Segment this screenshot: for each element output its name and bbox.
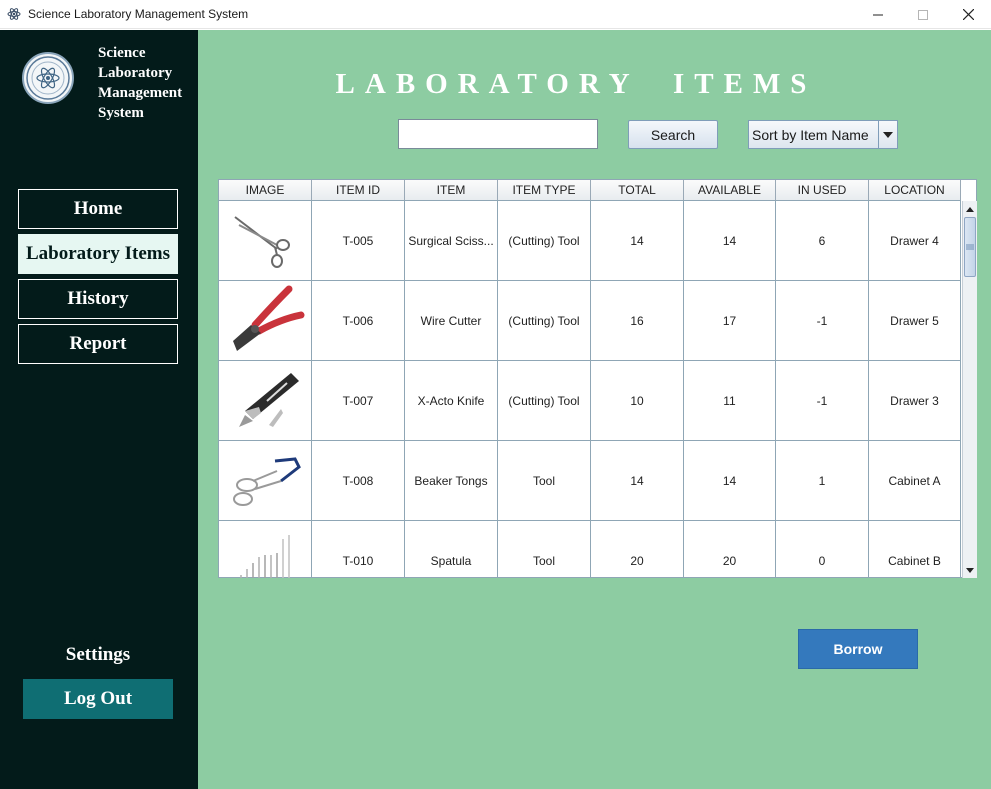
table-row[interactable]: T-008 Beaker Tongs Tool 14 14 1 Cabinet … — [219, 441, 961, 521]
close-icon — [962, 9, 974, 20]
logout-button[interactable]: Log Out — [23, 679, 173, 719]
nav-report-button[interactable]: Report — [18, 324, 178, 364]
item-image-cell — [219, 441, 312, 520]
wire-cutter-image — [233, 285, 305, 351]
maximize-icon — [918, 9, 928, 20]
settings-button[interactable]: Settings — [0, 644, 196, 666]
item-type-cell: Tool — [498, 521, 591, 578]
item-id-cell: T-005 — [312, 201, 405, 280]
item-id-cell: T-010 — [312, 521, 405, 578]
in-used-cell: -1 — [776, 281, 869, 360]
table-body: T-005 Surgical Sciss... (Cutting) Tool 1… — [219, 201, 961, 578]
item-image-cell — [219, 201, 312, 280]
available-cell: 14 — [684, 201, 776, 280]
available-cell: 17 — [684, 281, 776, 360]
borrow-button[interactable]: Borrow — [798, 629, 918, 669]
column-header[interactable]: TOTAL — [591, 180, 684, 200]
item-image-cell — [219, 521, 312, 578]
column-header[interactable]: IMAGE — [219, 180, 312, 200]
column-header[interactable]: AVAILABLE — [684, 180, 776, 200]
search-input[interactable] — [398, 119, 598, 149]
item-name-cell: Surgical Sciss... — [405, 201, 498, 280]
location-cell: Drawer 5 — [869, 281, 961, 360]
location-cell: Cabinet B — [869, 521, 961, 578]
window-title: Science Laboratory Management System — [28, 7, 249, 21]
column-header[interactable]: LOCATION — [869, 180, 961, 200]
item-name-cell: Wire Cutter — [405, 281, 498, 360]
total-cell: 10 — [591, 361, 684, 440]
column-header[interactable]: ITEM ID — [312, 180, 405, 200]
item-type-cell: (Cutting) Tool — [498, 201, 591, 280]
item-id-cell: T-008 — [312, 441, 405, 520]
item-name-cell: Spatula — [405, 521, 498, 578]
table-scrollbar[interactable] — [962, 201, 977, 578]
in-used-cell: 1 — [776, 441, 869, 520]
available-cell: 14 — [684, 441, 776, 520]
brand-line: Laboratory — [98, 65, 173, 81]
brand-line: Management — [98, 85, 183, 101]
location-cell: Cabinet A — [869, 441, 961, 520]
brand-line: Science — [98, 45, 146, 61]
search-button[interactable]: Search — [628, 120, 718, 149]
column-header[interactable]: ITEM — [405, 180, 498, 200]
table-header: IMAGE ITEM ID ITEM ITEM TYPE TOTAL AVAIL… — [219, 180, 961, 201]
in-used-cell: -1 — [776, 361, 869, 440]
close-button[interactable] — [945, 0, 991, 29]
in-used-cell: 0 — [776, 521, 869, 578]
item-id-cell: T-006 — [312, 281, 405, 360]
item-image-cell — [219, 361, 312, 440]
surgical-scissors-image — [234, 215, 290, 268]
main-panel: LABORATORY ITEMS Search Sort by Item Nam… — [198, 30, 991, 789]
nav-history-button[interactable]: History — [18, 279, 178, 319]
page-title-word: LABORATORY — [335, 68, 640, 100]
total-cell: 16 — [591, 281, 684, 360]
available-cell: 11 — [684, 361, 776, 440]
spatula-image — [240, 534, 290, 578]
minimize-icon — [873, 14, 883, 15]
table-row[interactable]: T-006 Wire Cutter (Cutting) Tool 16 17 -… — [219, 281, 961, 361]
scroll-down-icon[interactable] — [963, 562, 977, 578]
item-id-cell: T-007 — [312, 361, 405, 440]
beaker-tongs-image — [233, 456, 301, 506]
items-table: IMAGE ITEM ID ITEM ITEM TYPE TOTAL AVAIL… — [218, 179, 977, 578]
page-title-word: ITEMS — [672, 68, 817, 100]
item-image-cell — [219, 281, 312, 360]
item-type-cell: (Cutting) Tool — [498, 361, 591, 440]
table-row[interactable]: T-005 Surgical Sciss... (Cutting) Tool 1… — [219, 201, 961, 281]
total-cell: 14 — [591, 201, 684, 280]
chevron-down-icon[interactable] — [878, 121, 897, 148]
total-cell: 14 — [591, 441, 684, 520]
brand-title: Science Laboratory Management System — [98, 43, 194, 123]
x-acto-knife-image — [239, 372, 299, 427]
minimize-button[interactable] — [855, 0, 901, 29]
sidebar: Science Laboratory Management System Hom… — [0, 30, 198, 789]
table-row[interactable]: T-007 X-Acto Knife (Cutting) Tool 10 11 … — [219, 361, 961, 441]
total-cell: 20 — [591, 521, 684, 578]
in-used-cell: 6 — [776, 201, 869, 280]
location-cell: Drawer 3 — [869, 361, 961, 440]
scrollbar-thumb[interactable] — [964, 217, 976, 277]
scroll-up-icon[interactable] — [963, 201, 977, 217]
brand-line: System — [98, 105, 144, 121]
nav-laboratory-items-button[interactable]: Laboratory Items — [18, 234, 178, 274]
window-titlebar: Science Laboratory Management System — [0, 0, 991, 29]
sort-dropdown[interactable]: Sort by Item Name — [748, 120, 898, 149]
item-name-cell: Beaker Tongs — [405, 441, 498, 520]
column-header[interactable]: ITEM TYPE — [498, 180, 591, 200]
available-cell: 20 — [684, 521, 776, 578]
nav-home-button[interactable]: Home — [18, 189, 178, 229]
atom-icon — [7, 8, 21, 20]
maximize-button[interactable] — [900, 0, 946, 29]
table-row[interactable]: T-010 Spatula Tool 20 20 0 Cabinet B — [219, 521, 961, 578]
column-header[interactable]: IN USED — [776, 180, 869, 200]
sort-selected-value: Sort by Item Name — [752, 126, 869, 143]
location-cell: Drawer 4 — [869, 201, 961, 280]
item-type-cell: Tool — [498, 441, 591, 520]
item-type-cell: (Cutting) Tool — [498, 281, 591, 360]
atom-seal-logo — [22, 52, 74, 104]
item-name-cell: X-Acto Knife — [405, 361, 498, 440]
page-title: LABORATORY ITEMS — [198, 68, 938, 101]
